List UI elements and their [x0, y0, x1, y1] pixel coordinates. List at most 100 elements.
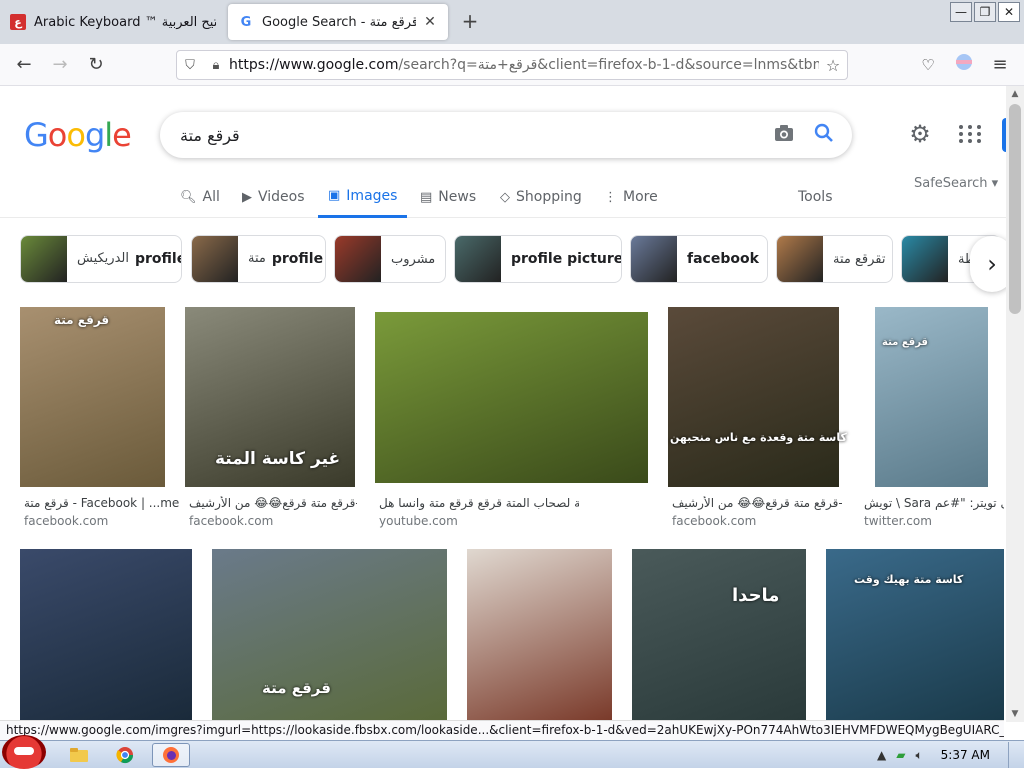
- chrome-icon[interactable]: [106, 743, 144, 767]
- tools-button[interactable]: Tools: [798, 176, 833, 218]
- tab-shopping[interactable]: ◇ Shopping: [500, 176, 582, 218]
- settings-gear-icon[interactable]: ⚙: [906, 120, 934, 148]
- tab-label: All: [202, 189, 220, 205]
- result-title[interactable]: تويش \ Sara على تويتر: "#عم...: [864, 496, 1004, 510]
- tab-videos[interactable]: ▶ Videos: [242, 176, 305, 218]
- search-icon: 🔍︎: [180, 189, 197, 205]
- camera-icon[interactable]: [764, 123, 804, 147]
- result-source[interactable]: facebook.com: [24, 514, 108, 528]
- new-tab-button[interactable]: +: [456, 8, 484, 36]
- result-thumbnail[interactable]: [20, 307, 165, 487]
- chip-text-ar: مشروب: [391, 251, 436, 267]
- url-text[interactable]: https://www.google.com/search?q=قرقع+متة…: [229, 57, 819, 73]
- menu-icon[interactable]: ≡: [988, 53, 1012, 77]
- tab-label: More: [623, 189, 658, 205]
- thumbnail-caption: ماحدا: [732, 585, 780, 606]
- system-tray: ▲ ▰ 🔈︎ 5:37 AM: [877, 741, 1024, 769]
- chip-text: profile picture: [511, 251, 622, 267]
- volume-icon[interactable]: 🔈︎: [915, 748, 922, 763]
- scroll-up-icon[interactable]: ▲: [1006, 86, 1024, 102]
- chip-profile-picture[interactable]: profile picture: [454, 235, 622, 283]
- result-thumbnail[interactable]: [467, 549, 612, 720]
- vertical-scrollbar[interactable]: ▲ ▼: [1006, 86, 1024, 722]
- show-desktop-button[interactable]: [1008, 742, 1018, 768]
- chip-text: profile: [134, 251, 182, 267]
- address-bar[interactable]: ⛉ 🔒︎ https://www.google.com/search?q=قرق…: [176, 50, 848, 80]
- browser-tab-strip: ع Arabic Keyboard ™ لوحة المفاتيح العربي…: [0, 0, 1024, 44]
- result-source[interactable]: facebook.com: [672, 514, 756, 528]
- battery-icon[interactable]: ▰: [896, 748, 905, 762]
- chip-profile-aldrikish[interactable]: الدريكيش profile: [20, 235, 182, 283]
- reload-icon[interactable]: ↻: [84, 53, 108, 77]
- chip-thumbnail: [777, 236, 823, 282]
- result-thumbnail[interactable]: [20, 549, 192, 720]
- google-favicon-icon: G: [240, 14, 252, 30]
- apps-grid-icon[interactable]: [956, 122, 981, 146]
- chip-thumbnail: [902, 236, 948, 282]
- result-thumbnail[interactable]: [875, 307, 988, 487]
- restore-button[interactable]: ❐: [974, 2, 996, 22]
- back-icon[interactable]: ←: [12, 53, 36, 77]
- chip-facebook[interactable]: facebook: [630, 235, 768, 283]
- file-explorer-icon[interactable]: [60, 743, 98, 767]
- result-title[interactable]: قرقع متة - Facebook | ...me: [24, 496, 184, 510]
- tab-more[interactable]: ⋮ More: [604, 176, 658, 218]
- tab-label: News: [438, 189, 477, 205]
- tray-arrow-icon[interactable]: ▲: [877, 748, 886, 762]
- result-thumbnail[interactable]: [668, 307, 839, 487]
- chip-label: الدريكيش profile: [67, 251, 182, 267]
- more-vert-icon: ⋮: [604, 189, 617, 205]
- bookmark-star-icon[interactable]: ☆: [819, 56, 847, 75]
- link-status-bar: https://www.google.com/imgres?imgurl=htt…: [0, 720, 1004, 740]
- logo-letter: o: [47, 116, 68, 154]
- firefox-icon[interactable]: [152, 743, 190, 767]
- result-source[interactable]: facebook.com: [189, 514, 273, 528]
- result-title[interactable]: قرقع متة قرقع😂😂 من الأرشيف- #H...: [672, 496, 842, 510]
- minimize-button[interactable]: —: [950, 2, 972, 22]
- safesearch-button[interactable]: SafeSearch ▾: [914, 176, 998, 191]
- chip-profile-mate[interactable]: متة profile: [191, 235, 326, 283]
- news-icon: ▤: [420, 189, 433, 205]
- result-thumbnail[interactable]: [632, 549, 806, 720]
- tab-label: Shopping: [516, 189, 582, 205]
- search-box[interactable]: قرقع متة: [160, 112, 852, 158]
- taskbar: ▲ ▰ 🔈︎ 5:37 AM: [0, 735, 1024, 769]
- pocket-icon[interactable]: ♡: [916, 53, 940, 77]
- chip-tqarqa-mate[interactable]: تقرقع متة: [776, 235, 893, 283]
- thumbnail-caption: كاسة متة وقعدة مع ناس منحبهن: [670, 431, 847, 444]
- tab-arabic-keyboard[interactable]: ع Arabic Keyboard ™ لوحة المفاتيح العربي…: [0, 4, 226, 40]
- search-input[interactable]: قرقع متة: [160, 126, 764, 145]
- tab-google-search[interactable]: G Google Search - قرقع متة ✕: [228, 4, 448, 40]
- shield-icon[interactable]: ⛉: [177, 58, 203, 73]
- scroll-down-icon[interactable]: ▼: [1006, 706, 1024, 722]
- close-tab-icon[interactable]: ✕: [422, 14, 438, 30]
- account-icon[interactable]: [952, 53, 976, 77]
- tab-news[interactable]: ▤ News: [420, 176, 476, 218]
- tab-all[interactable]: 🔍︎ All: [180, 176, 220, 218]
- lock-icon[interactable]: 🔒︎: [203, 58, 229, 73]
- google-logo[interactable]: Google: [24, 116, 132, 154]
- chip-thumbnail: [455, 236, 501, 282]
- tab-title: Arabic Keyboard ™ لوحة المفاتيح العربية: [34, 14, 216, 30]
- chip-text-ar: تقرقع متة: [833, 251, 886, 267]
- thumbnail-caption: غير كاسة المتة: [215, 449, 341, 469]
- clock[interactable]: 5:37 AM: [933, 748, 998, 762]
- result-source[interactable]: youtube.com: [379, 514, 458, 528]
- result-thumbnail[interactable]: [375, 312, 648, 483]
- start-button[interactable]: [2, 735, 46, 769]
- chip-label: facebook: [677, 251, 767, 267]
- thumbnail-caption: قرقع متة: [262, 679, 331, 697]
- result-source[interactable]: twitter.com: [864, 514, 932, 528]
- result-title[interactable]: قرقع متة قرقع😂😂 من الأرشيف- #...: [189, 496, 357, 510]
- chip-label: تقرقع متة: [823, 251, 892, 267]
- result-title[interactable]: تحية لصحاب المتة قرقع قرقع متة وانسا هل …: [379, 496, 579, 510]
- scrollbar-thumb[interactable]: [1009, 104, 1021, 314]
- search-tabs: 🔍︎ All ▶ Videos ▣ Images ▤ News ◇ Shopping ⋮ M…: [0, 176, 1006, 218]
- tab-images[interactable]: ▣ Images: [318, 176, 408, 218]
- chip-mashroub[interactable]: مشروب: [334, 235, 446, 283]
- play-icon: ▶: [242, 189, 252, 205]
- close-window-button[interactable]: ✕: [998, 2, 1020, 22]
- search-icon[interactable]: [804, 123, 844, 148]
- forward-icon[interactable]: →: [48, 53, 72, 77]
- tag-icon: ◇: [500, 189, 510, 205]
